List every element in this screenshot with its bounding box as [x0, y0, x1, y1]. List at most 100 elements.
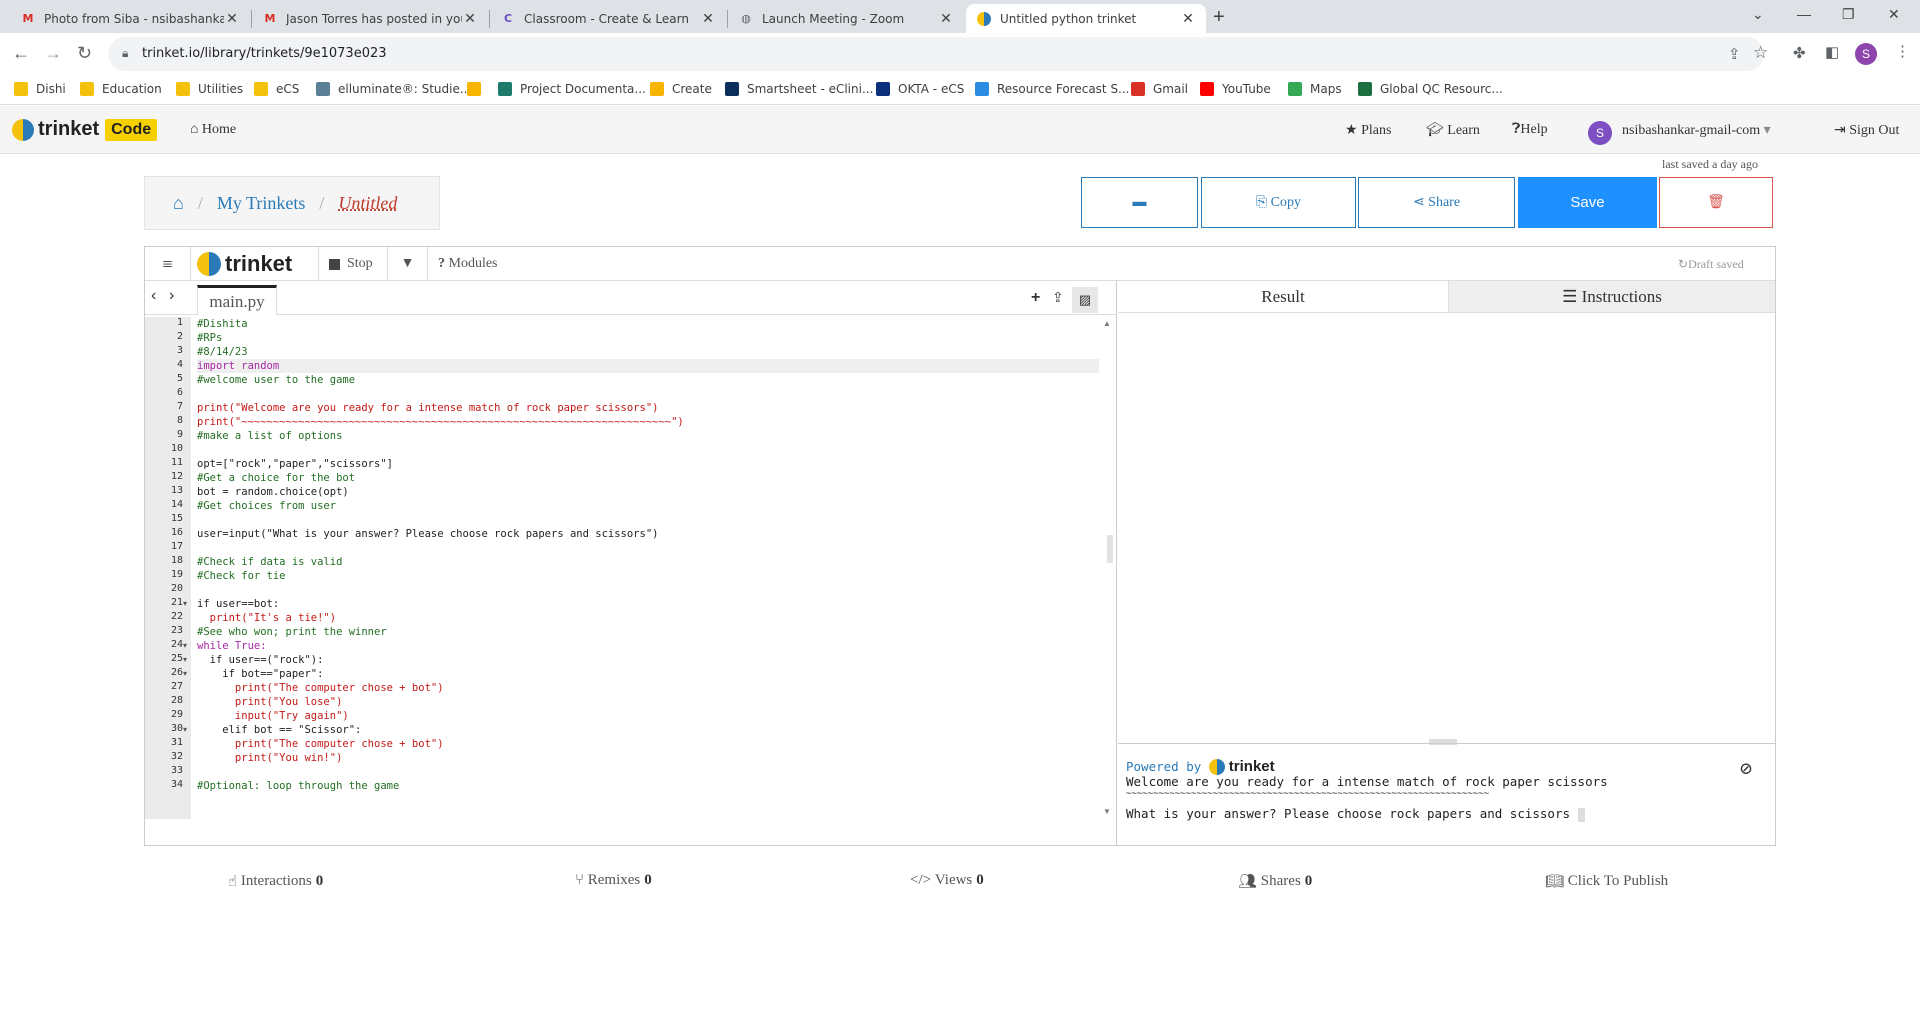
- close-icon[interactable]: ✕: [1180, 11, 1196, 27]
- hamburger-menu-icon[interactable]: ≡: [145, 247, 191, 281]
- bookmark-item[interactable]: Education: [80, 82, 162, 96]
- bookmark-item[interactable]: Project Documenta...: [498, 82, 646, 96]
- url-field[interactable]: 🔒︎ trinket.io/library/trinkets/9e1073e02…: [108, 37, 1768, 71]
- stat-views[interactable]: </> Views 0: [910, 872, 984, 889]
- bookmark-item[interactable]: elluminate®: Studie...: [316, 82, 471, 96]
- scroll-up-icon[interactable]: ▲: [1103, 319, 1111, 328]
- nav-home-label: Home: [201, 122, 237, 137]
- forward-icon[interactable]: →: [44, 43, 62, 64]
- save-button[interactable]: Save: [1518, 177, 1657, 228]
- bookmark-item[interactable]: YouTube: [1200, 82, 1271, 96]
- tab-label: Classroom - Create & Learn: [524, 11, 689, 26]
- input-cursor[interactable]: [1577, 807, 1585, 822]
- user-menu[interactable]: nsibashankar-gmail-com ▾: [1622, 122, 1771, 139]
- stat-remixes[interactable]: ⑂ Remixes 0: [575, 872, 652, 889]
- upload-icon[interactable]: ⇪: [1052, 289, 1064, 306]
- copy-button[interactable]: ⎘ Copy: [1201, 177, 1356, 228]
- result-canvas: [1118, 313, 1775, 741]
- browser-tab-gmail-photo[interactable]: M Photo from Siba - nsibashankar@ ✕: [10, 4, 250, 33]
- minimize-icon[interactable]: —: [1797, 6, 1811, 22]
- output-prompt: What is your answer? Please choose rock …: [1126, 806, 1571, 821]
- side-panel-icon[interactable]: ◧: [1825, 43, 1839, 61]
- bookmark-item[interactable]: Resource Forecast S...: [975, 82, 1130, 96]
- publish-link[interactable]: 📖︎ Click To Publish: [1545, 872, 1668, 891]
- bookmark-icon: [1200, 82, 1214, 96]
- nav-help[interactable]: ❓︎Help: [1512, 122, 1548, 138]
- stat-value: 0: [1304, 873, 1313, 889]
- file-tab-main[interactable]: main.py: [197, 285, 277, 315]
- code-line: print("It's a tie!"): [197, 612, 337, 624]
- nav-plans[interactable]: ★ Plans: [1345, 122, 1391, 139]
- close-icon[interactable]: ✕: [938, 11, 954, 27]
- window-close-icon[interactable]: ✕: [1888, 6, 1900, 23]
- bookmark-item[interactable]: Create: [650, 82, 712, 96]
- close-icon[interactable]: ✕: [700, 11, 716, 27]
- new-tab-icon[interactable]: +: [1213, 6, 1225, 29]
- modules-button[interactable]: ? Modules: [428, 247, 518, 281]
- image-icon[interactable]: ▨: [1072, 287, 1098, 313]
- browser-tab-gmail-jason[interactable]: M Jason Torres has posted in your F ✕: [252, 4, 488, 33]
- code-editor[interactable]: #Dishita #RPs #8/14/23 import random #welcom…: [197, 317, 1099, 819]
- fold-arrow-icon[interactable]: ▾: [183, 599, 187, 608]
- user-avatar[interactable]: S: [1588, 121, 1612, 145]
- chevron-right-icon[interactable]: ›: [169, 287, 174, 305]
- tab-search-icon[interactable]: ⌄: [1752, 6, 1764, 23]
- bookmark-item[interactable]: Maps: [1288, 82, 1342, 96]
- bookmark-item[interactable]: Utilities: [176, 82, 243, 96]
- home-icon[interactable]: ⌂: [173, 193, 184, 214]
- bookmark-star-icon[interactable]: ☆: [1753, 43, 1768, 63]
- close-icon[interactable]: ✕: [462, 11, 478, 27]
- bookmark-item[interactable]: Dishi: [14, 82, 66, 96]
- chevron-left-icon[interactable]: ‹: [151, 287, 156, 305]
- fold-arrow-icon[interactable]: ▾: [183, 641, 187, 650]
- bookmark-item[interactable]: Gmail: [1131, 82, 1188, 96]
- fold-arrow-icon[interactable]: ▾: [183, 669, 187, 678]
- share-button[interactable]: ⋖ Share: [1358, 177, 1515, 228]
- vertical-scrollbar[interactable]: ▲ ▼: [1099, 317, 1115, 819]
- tab-instructions-label: Instructions: [1581, 286, 1662, 306]
- folder-button[interactable]: ▬: [1081, 177, 1198, 228]
- stat-shares[interactable]: 👥︎ Shares 0: [1238, 872, 1312, 891]
- lock-icon[interactable]: 🔒︎: [122, 46, 128, 61]
- stat-interactions[interactable]: ☝︎ Interactions 0: [228, 872, 323, 891]
- close-icon[interactable]: ✕: [224, 11, 240, 27]
- nav-learn[interactable]: 🎓︎ Learn: [1426, 122, 1480, 139]
- trinket-logo[interactable]: trinket Code: [12, 118, 158, 141]
- bookmark-item[interactable]: [467, 82, 489, 96]
- code-line: #8/14/23: [197, 346, 248, 358]
- nav-home[interactable]: ⌂ Home: [190, 122, 236, 138]
- tab-instructions[interactable]: ☰ Instructions: [1448, 281, 1775, 313]
- bookmark-item[interactable]: eCS: [254, 82, 299, 96]
- share-page-icon[interactable]: ⇪: [1728, 45, 1741, 63]
- browser-tab-classroom[interactable]: C Classroom - Create & Learn ✕: [490, 4, 726, 33]
- browser-tab-zoom[interactable]: ◍ Launch Meeting - Zoom ✕: [728, 4, 964, 33]
- fold-arrow-icon[interactable]: ▾: [183, 725, 187, 734]
- list-icon: ☰: [1562, 286, 1578, 306]
- breadcrumb-title[interactable]: Untitled: [338, 193, 397, 214]
- output-console[interactable]: Powered by trinket Welcome are you ready…: [1118, 743, 1775, 845]
- restore-icon[interactable]: ❐: [1842, 6, 1855, 23]
- bookmark-item[interactable]: Global QC Resourc...: [1358, 82, 1503, 96]
- pane-resize-handle[interactable]: [1107, 535, 1113, 563]
- browser-tab-trinket[interactable]: Untitled python trinket ✕: [966, 4, 1206, 33]
- extensions-icon[interactable]: ✤: [1793, 44, 1806, 62]
- tab-result[interactable]: Result: [1118, 281, 1448, 313]
- code-line: user=input("What is your answer? Please …: [197, 528, 659, 540]
- clear-output-icon[interactable]: ⊘: [1740, 756, 1752, 780]
- breadcrumb-my-trinkets[interactable]: My Trinkets: [217, 193, 306, 214]
- delete-button[interactable]: 🗑︎: [1659, 177, 1773, 228]
- nav-sign-out[interactable]: ⇥ Sign Out: [1834, 122, 1899, 139]
- add-file-icon[interactable]: +: [1031, 289, 1040, 307]
- stop-button[interactable]: Stop: [319, 247, 388, 281]
- code-line: opt=["rock","paper","scissors"]: [197, 458, 393, 470]
- sign-out-label: Sign Out: [1849, 123, 1900, 138]
- profile-avatar[interactable]: S: [1855, 43, 1877, 65]
- reload-icon[interactable]: ↻: [77, 43, 92, 64]
- bookmark-item[interactable]: Smartsheet - eClini...: [725, 82, 873, 96]
- back-icon[interactable]: ←: [12, 43, 30, 64]
- menu-icon[interactable]: ⋮: [1895, 42, 1910, 60]
- fold-arrow-icon[interactable]: ▾: [183, 655, 187, 664]
- bookmark-item[interactable]: OKTA - eCS: [876, 82, 964, 96]
- scroll-down-icon[interactable]: ▼: [1103, 807, 1111, 816]
- run-options-dropdown[interactable]: ▼: [388, 247, 428, 281]
